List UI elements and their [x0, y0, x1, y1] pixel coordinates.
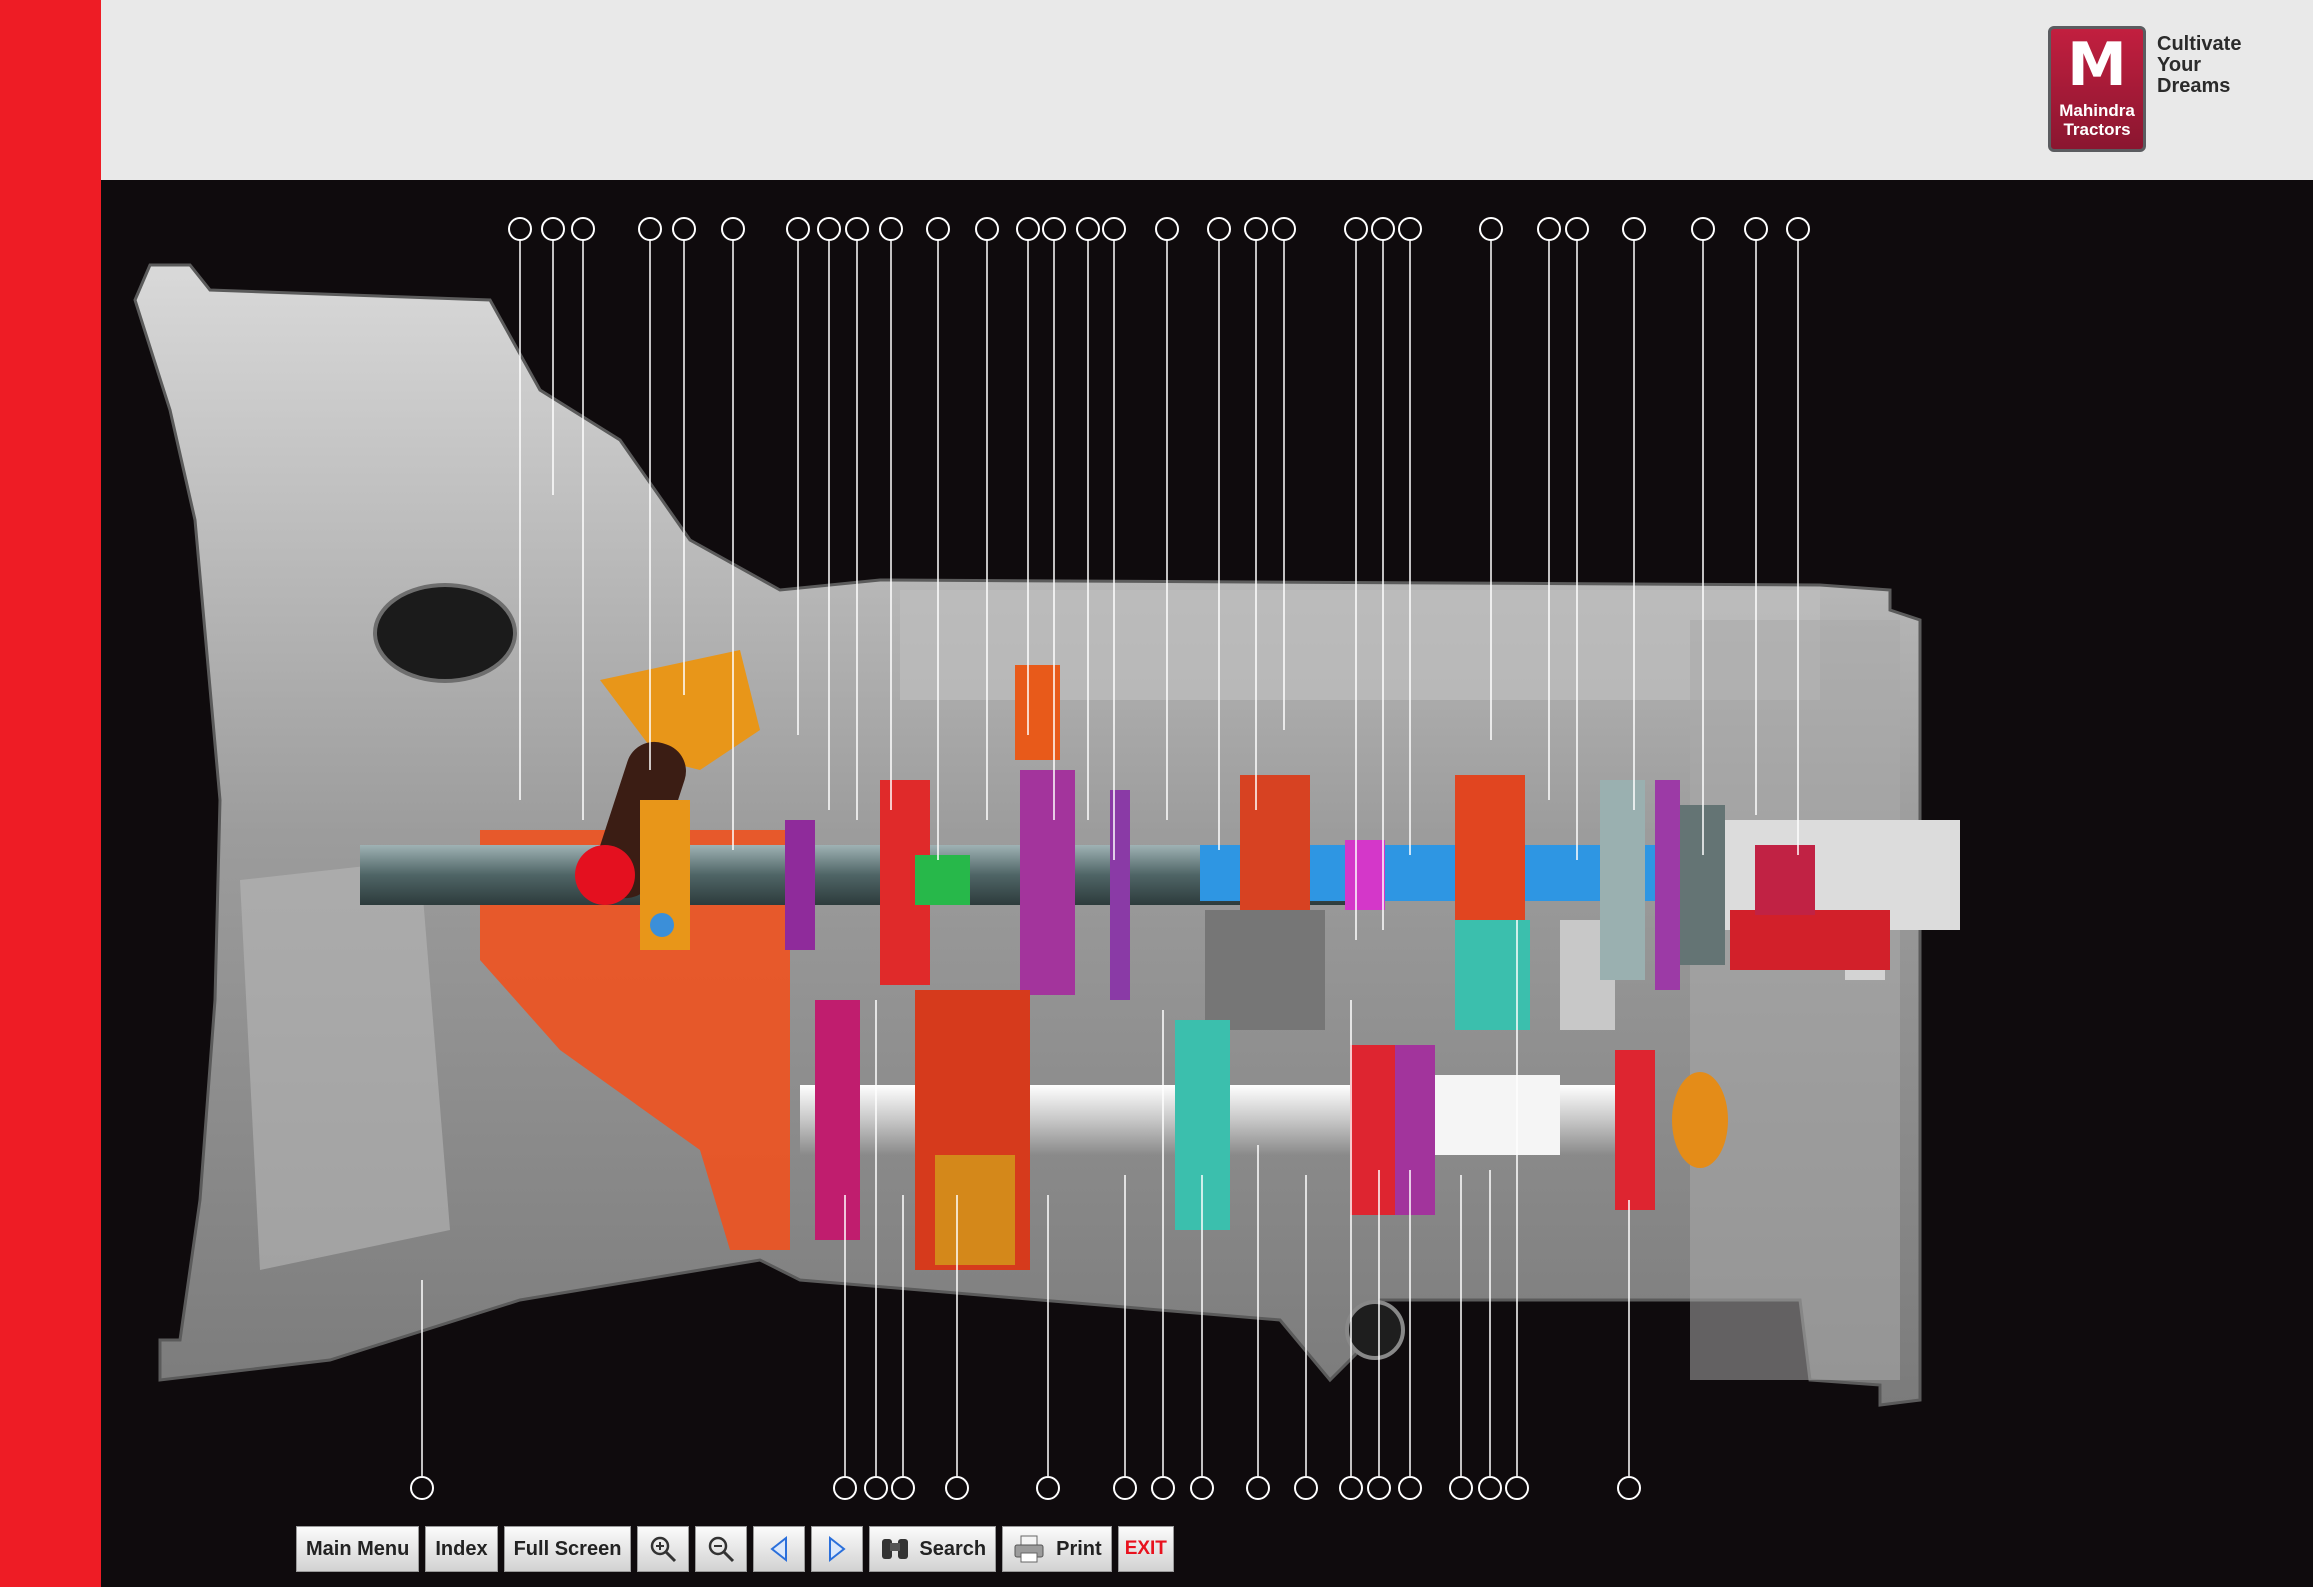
full-screen-button[interactable]: Full Screen	[503, 1526, 632, 1572]
gearbox-diagram	[133, 217, 1960, 1500]
previous-page-button[interactable]	[753, 1526, 806, 1572]
zoom-in-icon	[651, 1536, 677, 1563]
callout-markers-bottom	[410, 1476, 1641, 1500]
zoom-out-button[interactable]	[695, 1526, 748, 1572]
lay-shaft-nut	[1672, 1072, 1728, 1168]
index-button[interactable]: Index	[425, 1526, 498, 1572]
bottom-toolbar: Main Menu Index Full Screen Search Print…	[296, 1526, 1174, 1572]
print-label: Print	[1056, 1537, 1102, 1560]
search-button[interactable]: Search	[869, 1526, 997, 1572]
print-button[interactable]: Print	[1002, 1526, 1112, 1572]
binoculars-icon	[882, 1539, 909, 1559]
rear-seal	[1730, 910, 1890, 970]
previous-icon	[770, 1535, 788, 1563]
rear-spline	[1755, 845, 1815, 915]
callout-markers-top	[508, 217, 1810, 241]
next-page-button[interactable]	[811, 1526, 864, 1572]
exit-button[interactable]: EXIT	[1117, 1526, 1174, 1572]
printer-icon	[1014, 1535, 1044, 1563]
search-label: Search	[919, 1537, 987, 1560]
lay-shaft-end	[1430, 1075, 1560, 1155]
zoom-in-button[interactable]	[637, 1526, 690, 1572]
next-icon	[829, 1535, 847, 1563]
main-menu-button[interactable]: Main Menu	[296, 1526, 420, 1572]
zoom-out-icon	[709, 1536, 735, 1563]
